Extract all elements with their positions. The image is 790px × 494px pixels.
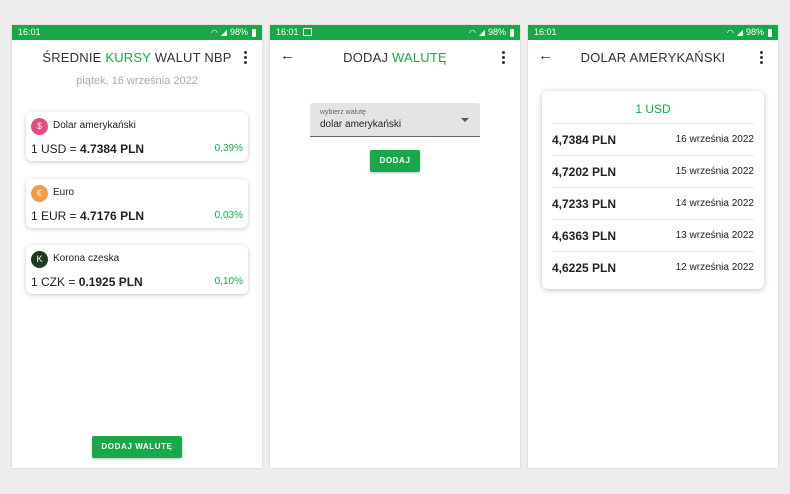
rate-change: 0,10% <box>214 276 243 287</box>
history-value: 4,7384 PLN <box>552 133 617 147</box>
currency-card-usd[interactable]: $ Dolar amerykański 1 USD = 4.7384 PLN 0… <box>26 112 248 161</box>
signal-icon: ◢ <box>220 28 227 37</box>
currency-rate: 1 EUR = 4.7176 PLN <box>31 209 145 223</box>
rate-history-card: 1 USD 4,7384 PLN 16 września 2022 4,7202… <box>542 91 764 289</box>
battery-icon <box>768 28 772 37</box>
currency-card-czk[interactable]: K Korona czeska 1 CZK = 0.1925 PLN 0,10% <box>26 245 248 294</box>
title-prefix: DODAJ <box>343 50 389 65</box>
status-bar: 16:01 ◠ ◢ 98% <box>12 25 262 40</box>
history-date: 13 września 2022 <box>675 230 754 241</box>
select-value: dolar amerykański <box>320 119 402 130</box>
wifi-icon: ◠ <box>468 28 476 37</box>
history-date: 16 września 2022 <box>675 134 754 145</box>
rate-change: 0,03% <box>214 210 243 221</box>
history-date: 14 września 2022 <box>675 198 754 209</box>
add-button[interactable]: DODAJ <box>370 150 420 172</box>
dropdown-arrow-icon <box>461 118 469 122</box>
title-accent: KURSY <box>105 50 151 65</box>
history-row: 4,6225 PLN 12 września 2022 <box>552 251 754 284</box>
currency-name: Korona czeska <box>53 253 120 264</box>
currency-name: Dolar amerykański <box>53 120 136 131</box>
status-time: 16:01 <box>534 27 557 37</box>
title-prefix: ŚREDNIE <box>42 50 102 65</box>
battery-level: 98% <box>229 27 248 37</box>
rate-change: 0,39% <box>214 143 243 154</box>
page-title: DODAJ WALUTĘ <box>270 50 520 65</box>
select-label: wybierz walutę <box>320 109 366 116</box>
phone-screen-rates: 16:01 ◠ ◢ 98% ŚREDNIE KURSY WALUT NBP pi… <box>12 25 262 468</box>
overflow-menu-icon[interactable] <box>760 51 764 65</box>
currency-card-eur[interactable]: € Euro 1 EUR = 4.7176 PLN 0,03% <box>26 179 248 228</box>
history-date: 15 września 2022 <box>675 166 754 177</box>
title-suffix: WALUT NBP <box>154 50 232 65</box>
battery-icon <box>252 28 256 37</box>
battery-icon <box>510 28 514 37</box>
status-time: 16:01 <box>276 27 299 37</box>
currency-select[interactable]: wybierz walutę dolar amerykański <box>310 103 480 137</box>
currency-unit: 1 USD <box>635 102 671 116</box>
history-row: 4,6363 PLN 13 września 2022 <box>552 219 754 252</box>
app-bar: ← DODAJ WALUTĘ <box>270 40 520 73</box>
page-title: DOLAR AMERYKAŃSKI <box>580 50 726 65</box>
overflow-menu-icon[interactable] <box>244 51 248 65</box>
page-title: ŚREDNIE KURSY WALUT NBP <box>12 50 262 65</box>
status-bar: 16:01 ◠ ◢ 98% <box>270 25 520 40</box>
app-bar: ← DOLAR AMERYKAŃSKI <box>528 40 778 73</box>
history-row: 4,7384 PLN 16 września 2022 <box>552 123 754 156</box>
wifi-icon: ◠ <box>726 28 734 37</box>
status-bar: 16:01 ◠ ◢ 98% <box>528 25 778 40</box>
history-value: 4,7233 PLN <box>552 197 617 211</box>
wifi-icon: ◠ <box>210 28 218 37</box>
battery-level: 98% <box>487 27 506 37</box>
currency-rate: 1 USD = 4.7384 PLN <box>31 142 145 156</box>
image-notification-icon <box>303 28 312 36</box>
history-row: 4,7233 PLN 14 września 2022 <box>552 187 754 220</box>
koruna-icon: K <box>31 251 48 268</box>
history-value: 4,7202 PLN <box>552 165 617 179</box>
history-value: 4,6225 PLN <box>552 261 617 275</box>
dollar-icon: $ <box>31 118 48 135</box>
overflow-menu-icon[interactable] <box>502 51 506 65</box>
signal-icon: ◢ <box>478 28 485 37</box>
status-time: 16:01 <box>18 27 41 37</box>
history-date: 12 września 2022 <box>675 262 754 273</box>
history-value: 4,6363 PLN <box>552 229 617 243</box>
add-currency-button[interactable]: DODAJ WALUTĘ <box>92 436 182 458</box>
euro-icon: € <box>31 185 48 202</box>
title-accent: WALUTĘ <box>391 50 447 65</box>
phone-screen-add-currency: 16:01 ◠ ◢ 98% ← DODAJ WALUTĘ wybierz wal… <box>270 25 520 468</box>
app-bar: ŚREDNIE KURSY WALUT NBP <box>12 40 262 73</box>
currency-rate: 1 CZK = 0.1925 PLN <box>31 275 143 289</box>
signal-icon: ◢ <box>736 28 743 37</box>
rates-date: piątek, 16 września 2022 <box>76 75 198 87</box>
phone-screen-currency-detail: 16:01 ◠ ◢ 98% ← DOLAR AMERYKAŃSKI 1 USD … <box>528 25 778 468</box>
history-row: 4,7202 PLN 15 września 2022 <box>552 155 754 188</box>
currency-name: Euro <box>53 187 75 198</box>
battery-level: 98% <box>745 27 764 37</box>
